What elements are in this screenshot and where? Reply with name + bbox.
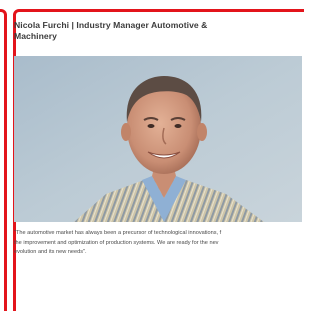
quote-line: evolution and its new needs".	[14, 249, 87, 256]
previous-card-frame	[0, 9, 7, 311]
page: Nicola Furchi | Industry Manager Automot…	[0, 0, 304, 311]
testimonial-quote: "The automotive market has always been a…	[14, 229, 304, 258]
card-title-line2: Machinery	[14, 31, 57, 41]
portrait-photo	[14, 56, 302, 222]
quote-line: "The automotive market has always been a…	[14, 230, 222, 236]
card-title-line1: Nicola Furchi | Industry Manager Automot…	[14, 20, 208, 30]
card-title: Nicola Furchi | Industry Manager Automot…	[14, 20, 284, 42]
portrait-image	[14, 56, 302, 222]
quote-line: the improvement and optimization of prod…	[14, 239, 219, 246]
